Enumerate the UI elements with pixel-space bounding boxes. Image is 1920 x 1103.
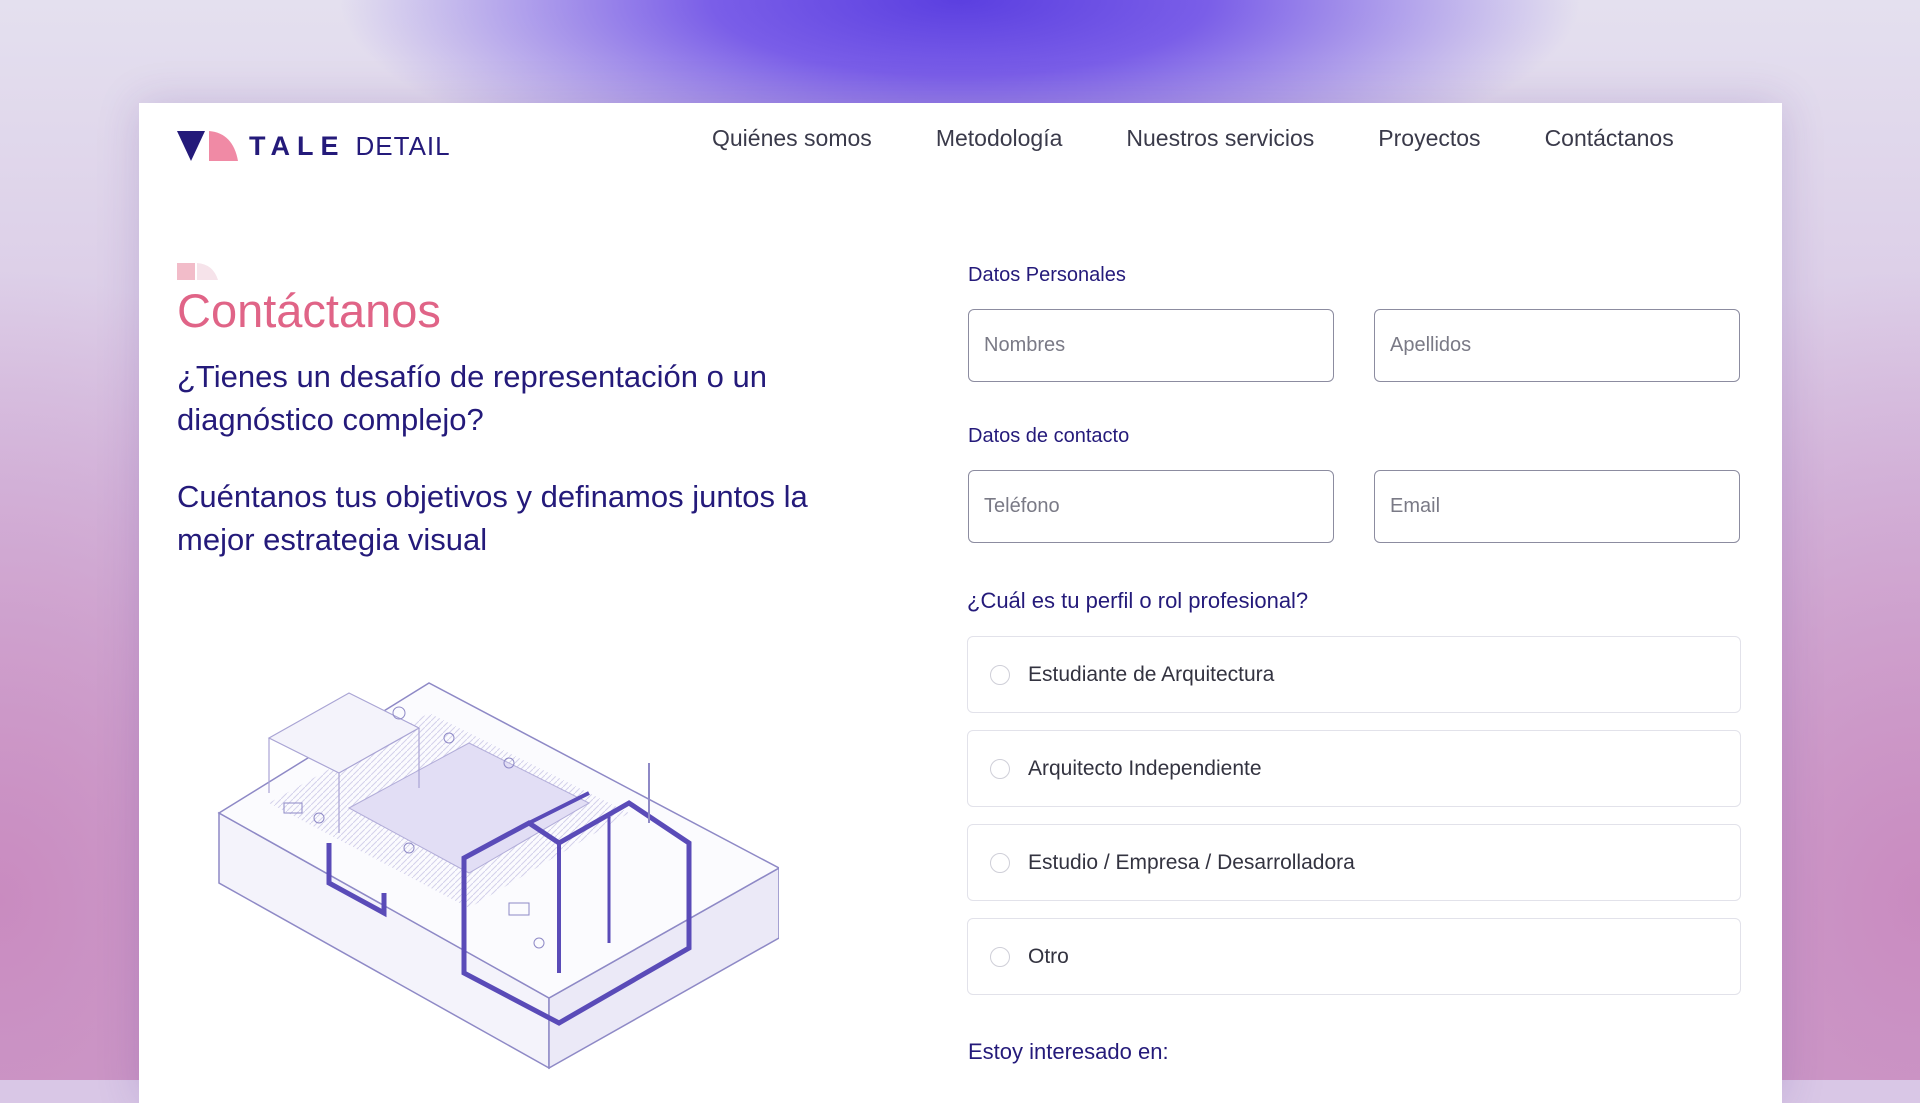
hero-subtitle: Cuéntanos tus objetivos y definamos junt… <box>177 479 808 557</box>
profile-option-arquitecto[interactable]: Arquitecto Independiente <box>967 730 1741 807</box>
nav-item-proyectos[interactable]: Proyectos <box>1378 125 1480 152</box>
profile-question: ¿Cuál es tu perfil o rol profesional? <box>967 588 1309 613</box>
nav-item-quienes-somos[interactable]: Quiénes somos <box>712 125 872 152</box>
profile-option-estudio[interactable]: Estudio / Empresa / Desarrolladora <box>967 824 1741 901</box>
logo-mark-icon <box>177 131 238 161</box>
option-label: Estudio / Empresa / Desarrolladora <box>1028 850 1355 874</box>
personal-data-label: Datos Personales <box>968 264 1126 286</box>
phone-field[interactable] <box>968 470 1334 543</box>
isometric-house-illustration <box>217 682 779 1070</box>
page-title: Contáctanos <box>177 284 441 337</box>
logo-name-bold: TALE <box>249 130 346 161</box>
profile-option-otro[interactable]: Otro <box>967 918 1741 995</box>
radio-icon[interactable] <box>990 758 1010 779</box>
radio-icon[interactable] <box>990 946 1010 967</box>
email-field[interactable] <box>1374 470 1740 543</box>
hero-question: ¿Tienes un desafío de representación o u… <box>177 359 767 437</box>
logo-name-light: DETAIL <box>355 130 451 161</box>
option-label: Estudiante de Arquitectura <box>1028 662 1275 686</box>
nav-item-metodologia[interactable]: Metodología <box>936 125 1063 152</box>
main-nav: Quiénes somos Metodología Nuestros servi… <box>712 125 1674 152</box>
contact-data-label: Datos de contacto <box>968 425 1130 447</box>
last-name-field[interactable] <box>1374 309 1740 382</box>
profile-option-estudiante[interactable]: Estudiante de Arquitectura <box>967 636 1741 713</box>
page-card: TALE DETAIL Quiénes somos Metodología Nu… <box>139 103 1782 1103</box>
option-label: Arquitecto Independiente <box>1028 756 1262 780</box>
radio-icon[interactable] <box>990 664 1010 685</box>
logo[interactable]: TALE DETAIL <box>177 129 451 163</box>
nav-item-contactanos[interactable]: Contáctanos <box>1545 125 1674 152</box>
radio-icon[interactable] <box>990 852 1010 873</box>
decorative-shape-icon <box>177 263 218 280</box>
option-label: Otro <box>1028 944 1069 968</box>
first-name-field[interactable] <box>968 309 1334 382</box>
interest-label: Estoy interesado en: <box>968 1039 1169 1064</box>
nav-item-nuestros-servicios[interactable]: Nuestros servicios <box>1126 125 1314 152</box>
